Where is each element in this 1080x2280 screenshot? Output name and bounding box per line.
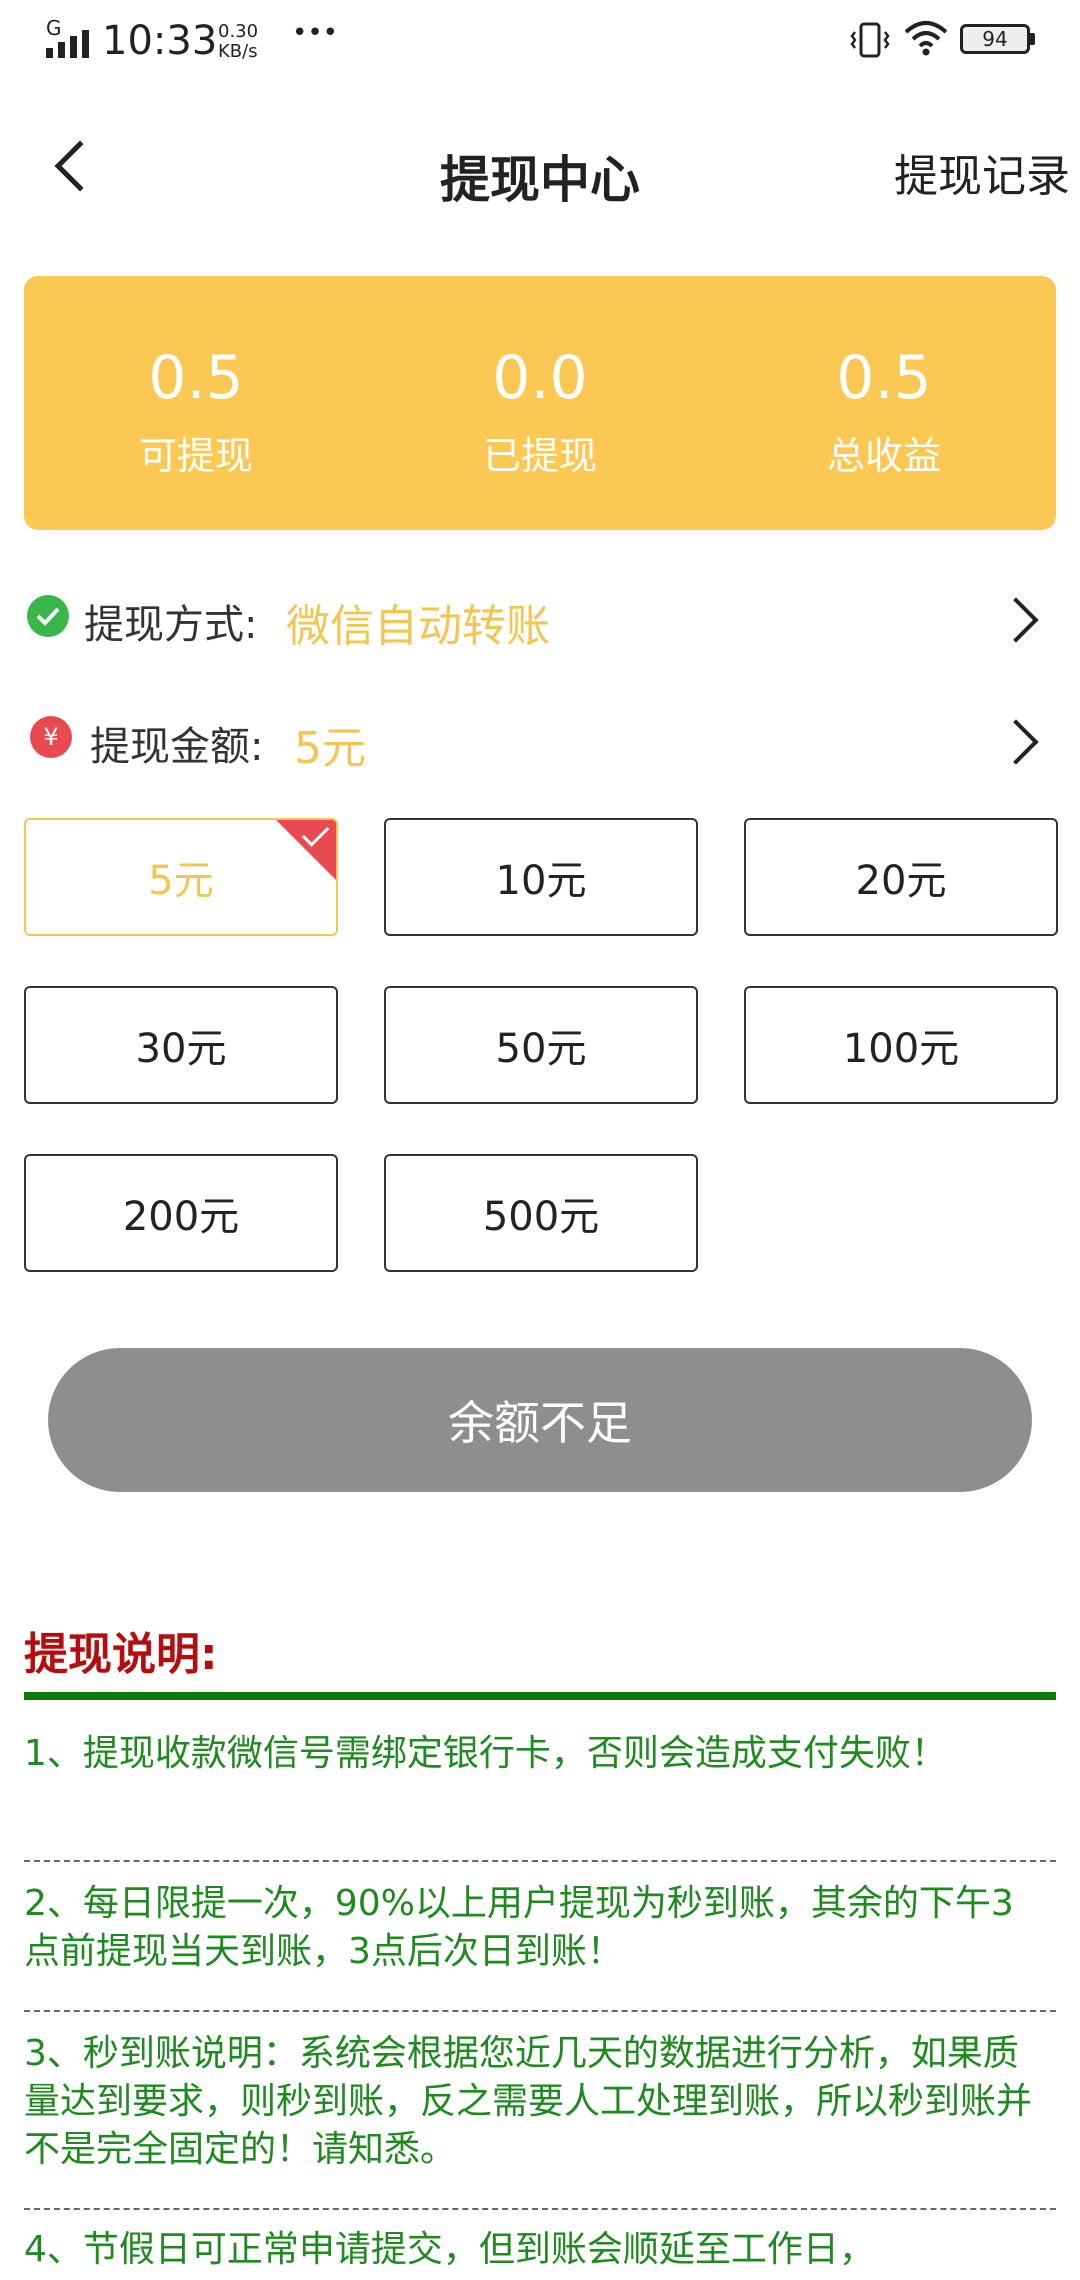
amount-option-label: 20元 bbox=[855, 858, 947, 904]
amount-option-label: 5元 bbox=[148, 858, 214, 904]
amount-option[interactable]: 500元 bbox=[384, 1154, 698, 1272]
amount-option[interactable]: 20元 bbox=[744, 818, 1058, 936]
note-item: 4、节假日可正常申请提交，但到账会顺延至工作日， bbox=[24, 2229, 875, 2270]
amount-option[interactable]: 200元 bbox=[24, 1154, 338, 1272]
amount-option-label: 500元 bbox=[482, 1194, 600, 1240]
amount-option-label: 50元 bbox=[495, 1026, 587, 1072]
note-divider bbox=[24, 1860, 1056, 1862]
amount-option[interactable]: 10元 bbox=[384, 818, 698, 936]
amount-option[interactable]: 100元 bbox=[744, 986, 1058, 1104]
note-divider bbox=[24, 2010, 1056, 2012]
amount-option[interactable]: 5元 bbox=[24, 818, 338, 936]
insufficient-balance-button[interactable]: 余额不足 bbox=[48, 1348, 1032, 1492]
amount-option[interactable]: 30元 bbox=[24, 986, 338, 1104]
amount-options: 5元 10元 20元 30元 50元 100元 200元 500元 bbox=[0, 0, 1080, 1300]
note-item: 2、每日限提一次，90%以上用户提现为秒到账，其余的下午3点前提现当天到账，3点… bbox=[24, 1883, 1014, 1972]
amount-option-label: 200元 bbox=[122, 1194, 240, 1240]
amount-option-label: 10元 bbox=[495, 858, 587, 904]
note-item: 3、秒到账说明：系统会根据您近几天的数据进行分析，如果质量达到要求，则秒到账，反… bbox=[24, 2033, 1033, 2170]
amount-option[interactable]: 50元 bbox=[384, 986, 698, 1104]
notes-title: 提现说明: bbox=[24, 1629, 218, 1680]
amount-option-label: 100元 bbox=[842, 1026, 960, 1072]
note-divider bbox=[24, 2208, 1056, 2210]
notes-divider bbox=[24, 1692, 1056, 1700]
amount-option-label: 30元 bbox=[135, 1026, 227, 1072]
note-item: 1、提现收款微信号需绑定银行卡，否则会造成支付失败！ bbox=[24, 1733, 947, 1774]
